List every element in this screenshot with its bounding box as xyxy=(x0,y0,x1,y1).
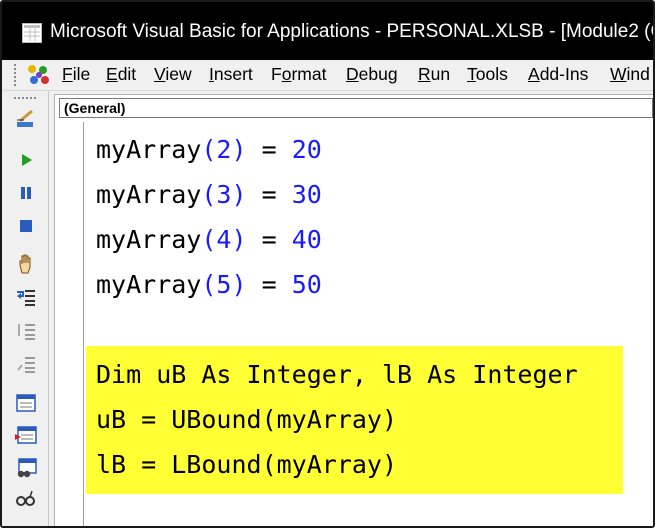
run-icon[interactable] xyxy=(15,149,37,171)
menu-edit[interactable]: Edit xyxy=(106,64,136,85)
menu-tools[interactable]: Tools xyxy=(467,64,508,85)
code-window[interactable]: (General) myArray(2) = 20 myArray(3) = 3… xyxy=(54,94,653,526)
code-line-dim[interactable]: Dim uB As Integer, lB As Integer xyxy=(96,360,578,390)
menu-bar: File Edit View Insert Format Debug Run T… xyxy=(2,60,653,91)
toolbar-grip[interactable] xyxy=(14,97,36,102)
menu-run[interactable]: Run xyxy=(418,64,450,85)
object-combo-value: (General) xyxy=(64,100,126,116)
menubar-grip[interactable] xyxy=(14,64,20,86)
quick-watch-icon[interactable] xyxy=(15,488,37,510)
code-line[interactable]: myArray(3) = 30 xyxy=(96,180,322,210)
toolbar-separator xyxy=(48,91,49,526)
code-line[interactable]: myArray(2) = 20 xyxy=(96,135,322,165)
menu-view[interactable]: View xyxy=(154,64,192,85)
menu-file[interactable]: File xyxy=(62,64,90,85)
excel-workbook-icon xyxy=(22,23,42,43)
code-line-lbound[interactable]: lB = LBound(myArray) xyxy=(96,450,397,480)
object-combo-box[interactable]: (General) xyxy=(59,98,653,118)
watch-window-icon[interactable] xyxy=(15,457,37,479)
break-icon[interactable] xyxy=(15,182,37,204)
window-title: Microsoft Visual Basic for Applications … xyxy=(50,21,655,42)
standard-toolbar xyxy=(2,91,48,526)
menu-window[interactable]: Wind xyxy=(610,64,650,85)
step-over-icon xyxy=(18,324,35,340)
design-mode-icon[interactable] xyxy=(15,108,37,130)
menu-add-ins[interactable]: Add-Ins xyxy=(528,64,588,85)
title-bar[interactable]: Microsoft Visual Basic for Applications … xyxy=(2,2,653,60)
vba-editor-window: Microsoft Visual Basic for Applications … xyxy=(0,0,655,528)
immediate-window-icon[interactable] xyxy=(15,424,37,446)
step-out-icon xyxy=(17,357,35,373)
vba-project-icon[interactable] xyxy=(25,63,51,87)
menu-format[interactable]: Format xyxy=(271,64,326,85)
code-line[interactable]: myArray(4) = 40 xyxy=(96,225,322,255)
code-line[interactable]: myArray(5) = 50 xyxy=(96,270,322,300)
toggle-breakpoint-hand-icon[interactable] xyxy=(15,253,37,275)
reset-icon[interactable] xyxy=(15,215,37,237)
menu-debug[interactable]: Debug xyxy=(346,64,398,85)
code-line-ubound[interactable]: uB = UBound(myArray) xyxy=(96,405,397,435)
margin-indicator-bar[interactable] xyxy=(55,122,84,526)
menu-insert[interactable]: Insert xyxy=(209,64,253,85)
step-into-icon[interactable] xyxy=(15,286,37,308)
locals-window-icon[interactable] xyxy=(15,392,37,414)
